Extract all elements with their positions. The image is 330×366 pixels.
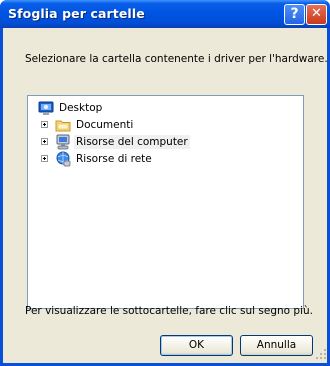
- resize-grip-icon[interactable]: [316, 349, 327, 360]
- cancel-button[interactable]: Annulla: [240, 335, 313, 356]
- desktop-icon: [38, 100, 54, 116]
- tree-item-my-computer[interactable]: Risorse del computer: [55, 134, 190, 150]
- tree-item-label: Risorse del computer: [74, 135, 190, 149]
- tree-item-label: Documenti: [76, 119, 134, 131]
- title-bar[interactable]: Sfoglia per cartelle ? ✕: [0, 0, 330, 28]
- tree-item-label: Desktop: [59, 102, 103, 114]
- browse-folder-dialog: Sfoglia per cartelle ? ✕ Selezionare la …: [0, 0, 330, 366]
- folder-tree[interactable]: Desktop Documenti Risorse del computer R…: [27, 95, 304, 309]
- close-button[interactable]: ✕: [306, 4, 327, 25]
- tree-item-desktop[interactable]: Desktop: [38, 100, 104, 116]
- dialog-body: Selezionare la cartella contenente i dri…: [3, 28, 328, 363]
- help-button[interactable]: ?: [284, 4, 305, 25]
- computer-icon: [55, 134, 71, 150]
- hint-text: Per visualizzare le sottocartelle, fare …: [25, 305, 313, 317]
- network-icon: [55, 151, 71, 167]
- ok-button[interactable]: OK: [160, 335, 233, 356]
- window-title: Sfoglia per cartelle: [8, 6, 145, 21]
- tree-item-documents[interactable]: Documenti: [55, 117, 135, 133]
- help-icon: ?: [290, 6, 299, 22]
- close-icon: ✕: [311, 6, 322, 21]
- expand-plus-icon[interactable]: [41, 138, 48, 145]
- folder-icon: [55, 117, 71, 133]
- tree-item-network[interactable]: Risorse di rete: [55, 151, 154, 167]
- expand-plus-icon[interactable]: [41, 121, 48, 128]
- tree-item-label: Risorse di rete: [76, 153, 152, 165]
- instruction-text: Selezionare la cartella contenente i dri…: [25, 53, 328, 65]
- expand-plus-icon[interactable]: [41, 155, 48, 162]
